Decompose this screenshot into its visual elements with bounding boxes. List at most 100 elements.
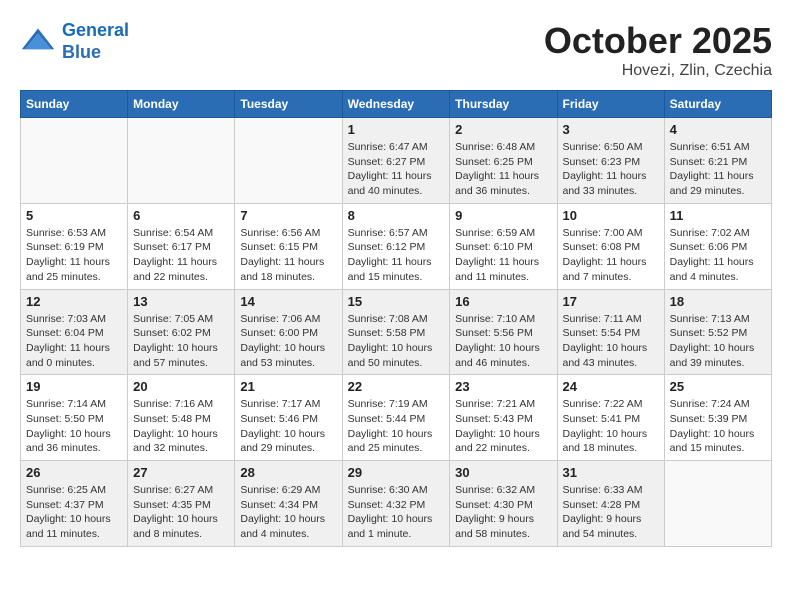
day-number: 28 xyxy=(240,465,336,480)
day-info: Sunrise: 6:51 AM Sunset: 6:21 PM Dayligh… xyxy=(670,140,766,199)
calendar-cell: 1 Sunrise: 6:47 AM Sunset: 6:27 PM Daylig… xyxy=(342,118,450,204)
calendar-week-5: 26Sunrise: 6:25 AM Sunset: 4:37 PM Dayli… xyxy=(21,461,772,547)
logo-line2: Blue xyxy=(62,42,101,62)
day-number: 16 xyxy=(455,294,551,309)
day-number: 11 xyxy=(670,208,766,223)
title-block: October 2025 Hovezi, Zlin, Czechia xyxy=(544,20,772,80)
calendar-cell: 9 Sunrise: 6:59 AM Sunset: 6:10 PM Daylig… xyxy=(450,203,557,289)
calendar-cell xyxy=(664,461,771,547)
day-number: 29 xyxy=(348,465,445,480)
day-info: Sunrise: 6:30 AM Sunset: 4:32 PM Dayligh… xyxy=(348,483,445,542)
day-number: 13 xyxy=(133,294,229,309)
day-info: Sunrise: 6:29 AM Sunset: 4:34 PM Dayligh… xyxy=(240,483,336,542)
day-number: 27 xyxy=(133,465,229,480)
day-number: 17 xyxy=(563,294,659,309)
day-number: 12 xyxy=(26,294,122,309)
day-number: 15 xyxy=(348,294,445,309)
calendar-cell: 24Sunrise: 7:22 AM Sunset: 5:41 PM Dayli… xyxy=(557,375,664,461)
calendar-cell: 11 Sunrise: 7:02 AM Sunset: 6:06 PM Dayli… xyxy=(664,203,771,289)
calendar-cell xyxy=(235,118,342,204)
calendar-table: SundayMondayTuesdayWednesdayThursdayFrid… xyxy=(20,90,772,547)
day-number: 6 xyxy=(133,208,229,223)
day-info: Sunrise: 6:59 AM Sunset: 6:10 PM Dayligh… xyxy=(455,226,551,285)
calendar-cell: 27Sunrise: 6:27 AM Sunset: 4:35 PM Dayli… xyxy=(128,461,235,547)
calendar-cell: 28 Sunrise: 6:29 AM Sunset: 4:34 PM Dayli… xyxy=(235,461,342,547)
calendar-cell: 21 Sunrise: 7:17 AM Sunset: 5:46 PM Dayli… xyxy=(235,375,342,461)
day-number: 14 xyxy=(240,294,336,309)
day-info: Sunrise: 7:21 AM Sunset: 5:43 PM Dayligh… xyxy=(455,397,551,456)
day-info: Sunrise: 6:53 AM Sunset: 6:19 PM Dayligh… xyxy=(26,226,122,285)
calendar-cell: 6 Sunrise: 6:54 AM Sunset: 6:17 PM Daylig… xyxy=(128,203,235,289)
header-sunday: Sunday xyxy=(21,91,128,118)
header-saturday: Saturday xyxy=(664,91,771,118)
month-title: October 2025 xyxy=(544,20,772,62)
day-number: 31 xyxy=(563,465,659,480)
calendar-week-2: 5 Sunrise: 6:53 AM Sunset: 6:19 PM Daylig… xyxy=(21,203,772,289)
header-friday: Friday xyxy=(557,91,664,118)
calendar-cell: 31Sunrise: 6:33 AM Sunset: 4:28 PM Dayli… xyxy=(557,461,664,547)
calendar-cell: 3Sunrise: 6:50 AM Sunset: 6:23 PM Daylig… xyxy=(557,118,664,204)
calendar-cell: 29 Sunrise: 6:30 AM Sunset: 4:32 PM Dayli… xyxy=(342,461,450,547)
calendar-cell xyxy=(128,118,235,204)
day-number: 5 xyxy=(26,208,122,223)
day-number: 19 xyxy=(26,379,122,394)
day-number: 2 xyxy=(455,122,551,137)
calendar-cell: 30 Sunrise: 6:32 AM Sunset: 4:30 PM Dayli… xyxy=(450,461,557,547)
day-info: Sunrise: 6:25 AM Sunset: 4:37 PM Dayligh… xyxy=(26,483,122,542)
day-info: Sunrise: 7:16 AM Sunset: 5:48 PM Dayligh… xyxy=(133,397,229,456)
day-info: Sunrise: 6:56 AM Sunset: 6:15 PM Dayligh… xyxy=(240,226,336,285)
day-info: Sunrise: 7:00 AM Sunset: 6:08 PM Dayligh… xyxy=(563,226,659,285)
calendar-week-1: 1 Sunrise: 6:47 AM Sunset: 6:27 PM Daylig… xyxy=(21,118,772,204)
day-info: Sunrise: 7:13 AM Sunset: 5:52 PM Dayligh… xyxy=(670,312,766,371)
calendar-cell: 8 Sunrise: 6:57 AM Sunset: 6:12 PM Daylig… xyxy=(342,203,450,289)
calendar-cell: 23 Sunrise: 7:21 AM Sunset: 5:43 PM Dayli… xyxy=(450,375,557,461)
day-number: 3 xyxy=(563,122,659,137)
day-number: 1 xyxy=(348,122,445,137)
day-number: 4 xyxy=(670,122,766,137)
day-info: Sunrise: 7:17 AM Sunset: 5:46 PM Dayligh… xyxy=(240,397,336,456)
calendar-cell: 16 Sunrise: 7:10 AM Sunset: 5:56 PM Dayli… xyxy=(450,289,557,375)
day-info: Sunrise: 7:19 AM Sunset: 5:44 PM Dayligh… xyxy=(348,397,445,456)
day-info: Sunrise: 7:02 AM Sunset: 6:06 PM Dayligh… xyxy=(670,226,766,285)
calendar-cell: 5 Sunrise: 6:53 AM Sunset: 6:19 PM Daylig… xyxy=(21,203,128,289)
day-number: 7 xyxy=(240,208,336,223)
calendar-cell: 2 Sunrise: 6:48 AM Sunset: 6:25 PM Daylig… xyxy=(450,118,557,204)
location: Hovezi, Zlin, Czechia xyxy=(544,62,772,80)
header-wednesday: Wednesday xyxy=(342,91,450,118)
calendar-cell: 25 Sunrise: 7:24 AM Sunset: 5:39 PM Dayli… xyxy=(664,375,771,461)
calendar-cell: 26Sunrise: 6:25 AM Sunset: 4:37 PM Dayli… xyxy=(21,461,128,547)
calendar-cell: 15 Sunrise: 7:08 AM Sunset: 5:58 PM Dayli… xyxy=(342,289,450,375)
day-number: 8 xyxy=(348,208,445,223)
calendar-cell: 19Sunrise: 7:14 AM Sunset: 5:50 PM Dayli… xyxy=(21,375,128,461)
day-number: 25 xyxy=(670,379,766,394)
header-thursday: Thursday xyxy=(450,91,557,118)
day-info: Sunrise: 6:54 AM Sunset: 6:17 PM Dayligh… xyxy=(133,226,229,285)
day-info: Sunrise: 6:57 AM Sunset: 6:12 PM Dayligh… xyxy=(348,226,445,285)
day-number: 30 xyxy=(455,465,551,480)
day-info: Sunrise: 7:22 AM Sunset: 5:41 PM Dayligh… xyxy=(563,397,659,456)
day-number: 23 xyxy=(455,379,551,394)
calendar-cell: 18 Sunrise: 7:13 AM Sunset: 5:52 PM Dayli… xyxy=(664,289,771,375)
calendar-cell: 13Sunrise: 7:05 AM Sunset: 6:02 PM Dayli… xyxy=(128,289,235,375)
calendar-cell: 4 Sunrise: 6:51 AM Sunset: 6:21 PM Daylig… xyxy=(664,118,771,204)
day-number: 21 xyxy=(240,379,336,394)
day-info: Sunrise: 6:32 AM Sunset: 4:30 PM Dayligh… xyxy=(455,483,551,542)
calendar-header-row: SundayMondayTuesdayWednesdayThursdayFrid… xyxy=(21,91,772,118)
day-info: Sunrise: 6:47 AM Sunset: 6:27 PM Dayligh… xyxy=(348,140,445,199)
day-info: Sunrise: 7:03 AM Sunset: 6:04 PM Dayligh… xyxy=(26,312,122,371)
day-info: Sunrise: 7:24 AM Sunset: 5:39 PM Dayligh… xyxy=(670,397,766,456)
calendar-cell: 12 Sunrise: 7:03 AM Sunset: 6:04 PM Dayli… xyxy=(21,289,128,375)
day-number: 22 xyxy=(348,379,445,394)
calendar-cell xyxy=(21,118,128,204)
day-number: 18 xyxy=(670,294,766,309)
day-info: Sunrise: 7:08 AM Sunset: 5:58 PM Dayligh… xyxy=(348,312,445,371)
logo-line1: General xyxy=(62,20,129,40)
logo: General Blue xyxy=(20,20,129,63)
logo-text: General Blue xyxy=(62,20,129,63)
day-info: Sunrise: 7:10 AM Sunset: 5:56 PM Dayligh… xyxy=(455,312,551,371)
day-info: Sunrise: 7:06 AM Sunset: 6:00 PM Dayligh… xyxy=(240,312,336,371)
day-number: 9 xyxy=(455,208,551,223)
calendar-cell: 14 Sunrise: 7:06 AM Sunset: 6:00 PM Dayli… xyxy=(235,289,342,375)
day-number: 10 xyxy=(563,208,659,223)
day-info: Sunrise: 6:48 AM Sunset: 6:25 PM Dayligh… xyxy=(455,140,551,199)
